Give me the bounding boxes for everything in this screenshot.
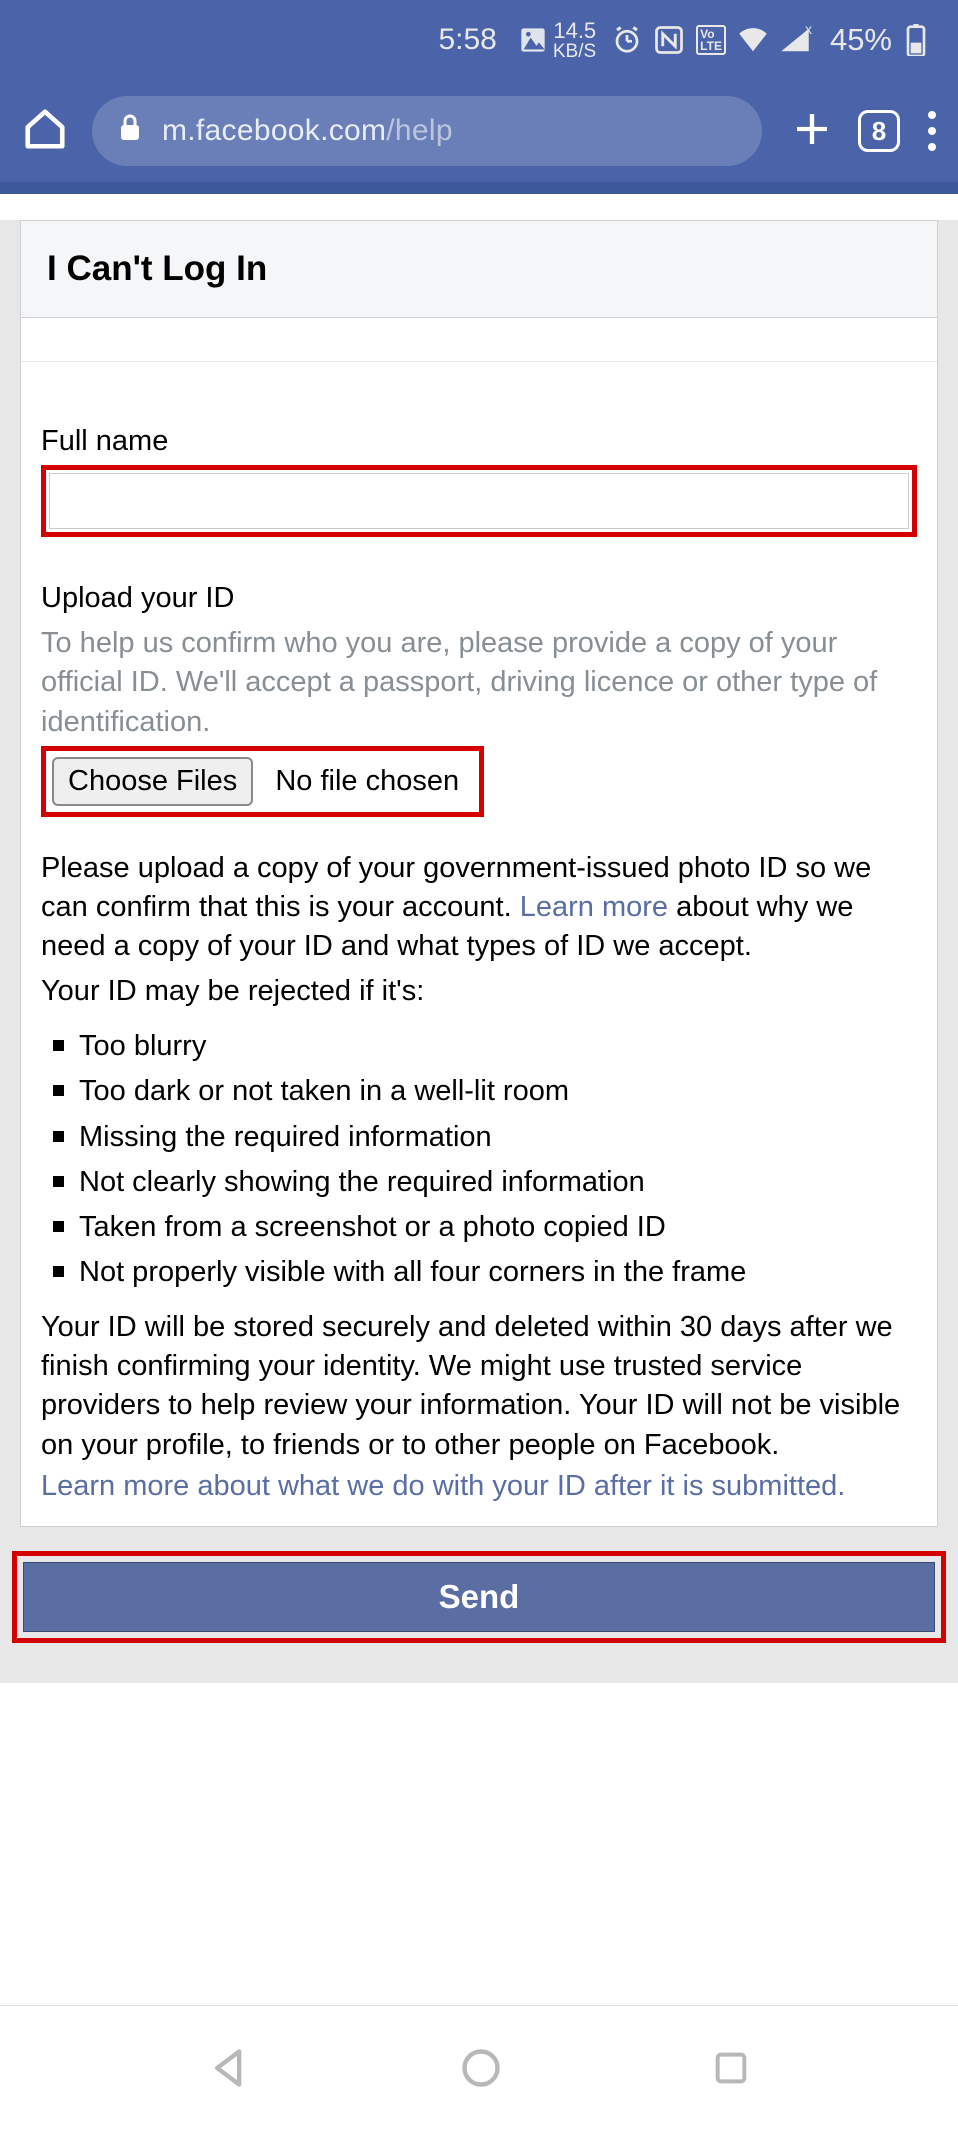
new-tab-icon[interactable] xyxy=(792,109,832,154)
home-icon[interactable] xyxy=(22,106,68,157)
fullname-highlight xyxy=(41,465,917,537)
file-status-text: No file chosen xyxy=(275,765,459,797)
nfc-icon xyxy=(654,25,684,55)
upload-help-text: To help us confirm who you are, please p… xyxy=(41,624,917,741)
battery-icon xyxy=(906,24,926,56)
overflow-menu-icon[interactable] xyxy=(928,107,936,155)
upload-label: Upload your ID xyxy=(41,579,917,618)
learn-more-link-2[interactable]: Learn more about what we do with your ID… xyxy=(41,1467,917,1506)
alarm-icon xyxy=(612,25,642,55)
fileinput-highlight: Choose Files No file chosen xyxy=(41,746,484,817)
fullname-label: Full name xyxy=(41,422,917,461)
url-bar[interactable]: m.facebook.com/help xyxy=(92,96,762,166)
battery-percent: 45% xyxy=(830,22,892,58)
volte-icon: Vo LTE xyxy=(696,25,726,55)
picture-icon xyxy=(519,26,547,54)
list-item: Not clearly showing the required informa… xyxy=(49,1163,917,1202)
send-highlight: Send xyxy=(12,1551,946,1643)
send-button[interactable]: Send xyxy=(23,1562,935,1632)
id-rejection-list: Too blurry Too dark or not taken in a we… xyxy=(41,1027,917,1292)
list-item: Taken from a screenshot or a photo copie… xyxy=(49,1208,917,1247)
page-content: I Can't Log In Full name Upload your ID … xyxy=(0,220,958,1683)
status-clock: 5:58 xyxy=(438,23,496,57)
cell-signal-icon: x xyxy=(780,27,810,53)
list-item: Missing the required information xyxy=(49,1118,917,1157)
help-card: I Can't Log In Full name Upload your ID … xyxy=(20,220,938,1527)
tab-switcher[interactable]: 8 xyxy=(858,110,900,152)
nav-recent-icon[interactable] xyxy=(711,2048,751,2088)
status-data-rate: 14.5 KB/S xyxy=(553,20,596,61)
card-blank-row xyxy=(21,318,937,362)
wifi-icon xyxy=(738,27,768,53)
facebook-header-stripe xyxy=(0,182,958,194)
list-item: Not properly visible with all four corne… xyxy=(49,1253,917,1292)
learn-more-link-1[interactable]: Learn more xyxy=(520,891,668,923)
id-paragraph-1: Please upload a copy of your government-… xyxy=(41,849,917,966)
choose-files-button[interactable]: Choose Files xyxy=(52,757,253,806)
browser-toolbar: m.facebook.com/help 8 xyxy=(0,80,958,182)
android-nav-bar xyxy=(0,2005,958,2129)
id-paragraph-2: Your ID will be stored securely and dele… xyxy=(41,1308,917,1465)
device-chrome-top: 5:58 14.5 KB/S Vo LTE x 45% xyxy=(0,0,958,182)
url-text: m.facebook.com/help xyxy=(162,114,453,148)
android-status-bar: 5:58 14.5 KB/S Vo LTE x 45% xyxy=(0,0,958,80)
nav-home-icon[interactable] xyxy=(459,2046,503,2090)
fullname-input[interactable] xyxy=(49,473,909,529)
lock-icon xyxy=(118,113,142,149)
list-item: Too dark or not taken in a well-lit room xyxy=(49,1072,917,1111)
card-title: I Can't Log In xyxy=(21,221,937,318)
list-item: Too blurry xyxy=(49,1027,917,1066)
nav-back-icon[interactable] xyxy=(208,2046,252,2090)
id-rules-intro: Your ID may be rejected if it's: xyxy=(41,972,917,1011)
